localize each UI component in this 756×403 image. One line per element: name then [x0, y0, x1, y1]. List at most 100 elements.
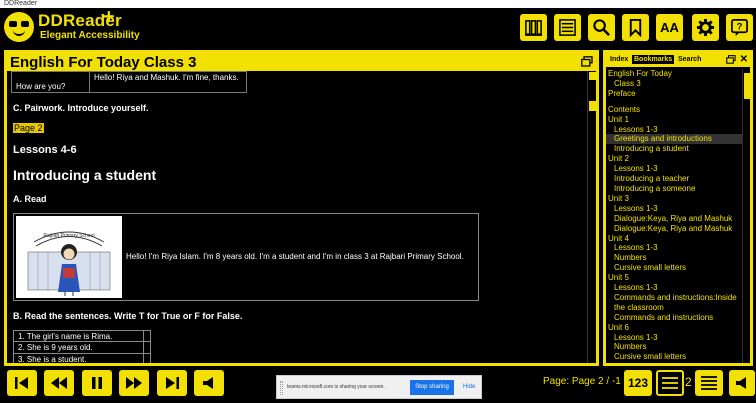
- lessons-heading: Lessons 4-6: [13, 144, 77, 156]
- window-title: DDReader: [4, 0, 38, 7]
- table-row: 1. The girl's name is Rima.: [13, 330, 151, 342]
- brand-plus: +: [103, 6, 115, 28]
- toc-item[interactable]: English For Today: [606, 69, 742, 79]
- toc-item[interactable]: Lessons 1-3: [606, 283, 742, 293]
- toc-item[interactable]: Unit 3: [606, 194, 742, 204]
- true-false-table: 1. The girl's name is Rima. 2. She is 9 …: [13, 330, 151, 363]
- toc-item[interactable]: Introducing a student: [606, 144, 742, 154]
- scroll-thumb[interactable]: [589, 101, 596, 111]
- toc-item[interactable]: Dialogue:Keya, Riya and Mashuk: [606, 224, 742, 234]
- navigation-level-button[interactable]: [656, 370, 684, 396]
- toc-item[interactable]: Unit 1: [606, 115, 742, 125]
- school-sign-text: Rajbari Primary School: [43, 233, 94, 239]
- dialogue-question: How are you?: [12, 72, 90, 92]
- book-title: English For Today Class 3: [10, 54, 197, 71]
- library-button[interactable]: [520, 14, 547, 41]
- menu-button[interactable]: [695, 370, 723, 396]
- toc-item[interactable]: Lessons 1-3: [606, 243, 742, 253]
- tab-bookmarks[interactable]: Bookmarks: [632, 55, 675, 64]
- toc-item[interactable]: Lessons 1-3: [606, 204, 742, 214]
- hide-button[interactable]: Hide: [463, 384, 475, 390]
- mute-button[interactable]: [729, 370, 755, 396]
- toc-item[interactable]: Class 3: [606, 79, 742, 89]
- skip-to-end-icon: [166, 377, 179, 389]
- share-notice: teams.microsoft.com is sharing your scre…: [287, 384, 385, 390]
- toc-item[interactable]: Numbers: [606, 342, 742, 352]
- toc-item[interactable]: Unit 5: [606, 273, 742, 283]
- fast-forward-button[interactable]: [119, 370, 149, 396]
- search-button[interactable]: [588, 14, 615, 41]
- book-content[interactable]: How are you? Hello! Riya and Mashuk. I'm…: [7, 71, 587, 363]
- toc-item[interactable]: Introducing a someone: [606, 184, 742, 194]
- menu-icon: [701, 376, 717, 390]
- scroll-thumb[interactable]: [744, 73, 750, 99]
- toc-item[interactable]: Commands and instructions:Inside the cla…: [606, 293, 742, 313]
- bookmark-button[interactable]: [622, 14, 649, 41]
- toc-item[interactable]: Lessons 1-3: [606, 125, 742, 135]
- table-of-contents: English For Today Class 3 Preface Contents U…: [606, 69, 742, 363]
- pause-button[interactable]: [82, 370, 112, 396]
- tab-index[interactable]: Index: [608, 55, 630, 64]
- page-marker: Page 2: [13, 123, 44, 133]
- reading-scrollbar[interactable]: [587, 71, 596, 363]
- table-row: 2. She is 9 years old.: [13, 342, 151, 354]
- toc-item[interactable]: Cursive small letters: [606, 263, 742, 273]
- navigation-level-number: 2: [685, 375, 692, 389]
- toc-item[interactable]: Lessons 1-3: [606, 333, 742, 343]
- page-indicator: Page: Page 2 / -1: [543, 376, 621, 387]
- toc-item[interactable]: Numbers: [606, 253, 742, 263]
- app-header: DDReader + Elegant Accessibility AA ?: [0, 6, 756, 46]
- skip-to-start-button[interactable]: [7, 370, 37, 396]
- stop-sharing-button[interactable]: Stop sharing: [410, 380, 454, 395]
- toc-item[interactable]: Unit 2: [606, 154, 742, 164]
- go-to-page-button[interactable]: 123: [624, 370, 652, 396]
- read-instruction: A. Read: [13, 194, 47, 204]
- contents-menu-button[interactable]: [554, 14, 581, 41]
- tab-search[interactable]: Search: [676, 55, 703, 64]
- settings-button[interactable]: [692, 14, 719, 41]
- restore-window-icon[interactable]: [581, 56, 593, 67]
- rewind-button[interactable]: [44, 370, 74, 396]
- help-icon: ?: [731, 19, 748, 37]
- navigation-panel: Index Bookmarks Search ✕ English For Tod…: [603, 50, 753, 366]
- toc-item[interactable]: Contents: [606, 105, 742, 115]
- list-icon: [662, 377, 678, 389]
- toc-item[interactable]: Preface: [606, 89, 742, 99]
- toc-item[interactable]: Cursive small letters: [606, 352, 742, 362]
- pairwork-instruction: C. Pairwork. Introduce yourself.: [13, 103, 149, 113]
- read-passage-text: Hello! I'm Riya Islam. I'm 8 years old. …: [126, 252, 464, 261]
- toc-scrollbar[interactable]: [742, 69, 750, 363]
- font-size-button[interactable]: AA: [656, 14, 683, 41]
- brand-tagline: Elegant Accessibility: [40, 30, 140, 41]
- drag-handle[interactable]: [280, 381, 283, 395]
- logo-icon: [4, 12, 34, 42]
- speaker-button[interactable]: [194, 370, 224, 396]
- toc-item[interactable]: Greetings and introductions: [606, 134, 742, 145]
- read-passage-table: Rajbari Primary School Hello! I'm Riya I…: [13, 213, 479, 301]
- restore-window-icon[interactable]: [726, 55, 736, 64]
- library-icon: [524, 20, 543, 36]
- toc-item[interactable]: Unit 6: [606, 323, 742, 333]
- toc-item[interactable]: Introducing a teacher: [606, 174, 742, 184]
- fast-forward-icon: [126, 377, 142, 389]
- scroll-up-button[interactable]: [589, 72, 596, 80]
- student-illustration: Rajbari Primary School: [16, 216, 122, 298]
- pause-icon: [92, 377, 102, 389]
- rewind-icon: [51, 377, 67, 389]
- skip-to-end-button[interactable]: [157, 370, 187, 396]
- section-heading: Introducing a student: [13, 167, 157, 183]
- toc-item[interactable]: Lessons 1-3: [606, 164, 742, 174]
- toc-item[interactable]: Unit 4: [606, 234, 742, 244]
- toc-item[interactable]: Dialogue:Keya, Riya and Mashuk: [606, 214, 742, 224]
- true-false-instruction: B. Read the sentences. Write T for True …: [13, 311, 243, 321]
- search-icon: [593, 19, 610, 36]
- close-icon[interactable]: ✕: [740, 54, 748, 65]
- dialogue-answer: Hello! Riya and Mashuk. I'm fine, thanks…: [94, 73, 239, 82]
- table-row: 3. She is a student.: [13, 354, 151, 363]
- dialogue-table: How are you? Hello! Riya and Mashuk. I'm…: [11, 71, 247, 93]
- skip-to-start-icon: [15, 377, 28, 389]
- navigation-tabs: Index Bookmarks Search ✕: [606, 53, 750, 67]
- help-button[interactable]: ?: [726, 14, 753, 41]
- font-size-icon: AA: [660, 20, 679, 35]
- toc-item[interactable]: Commands and instructions: [606, 313, 742, 323]
